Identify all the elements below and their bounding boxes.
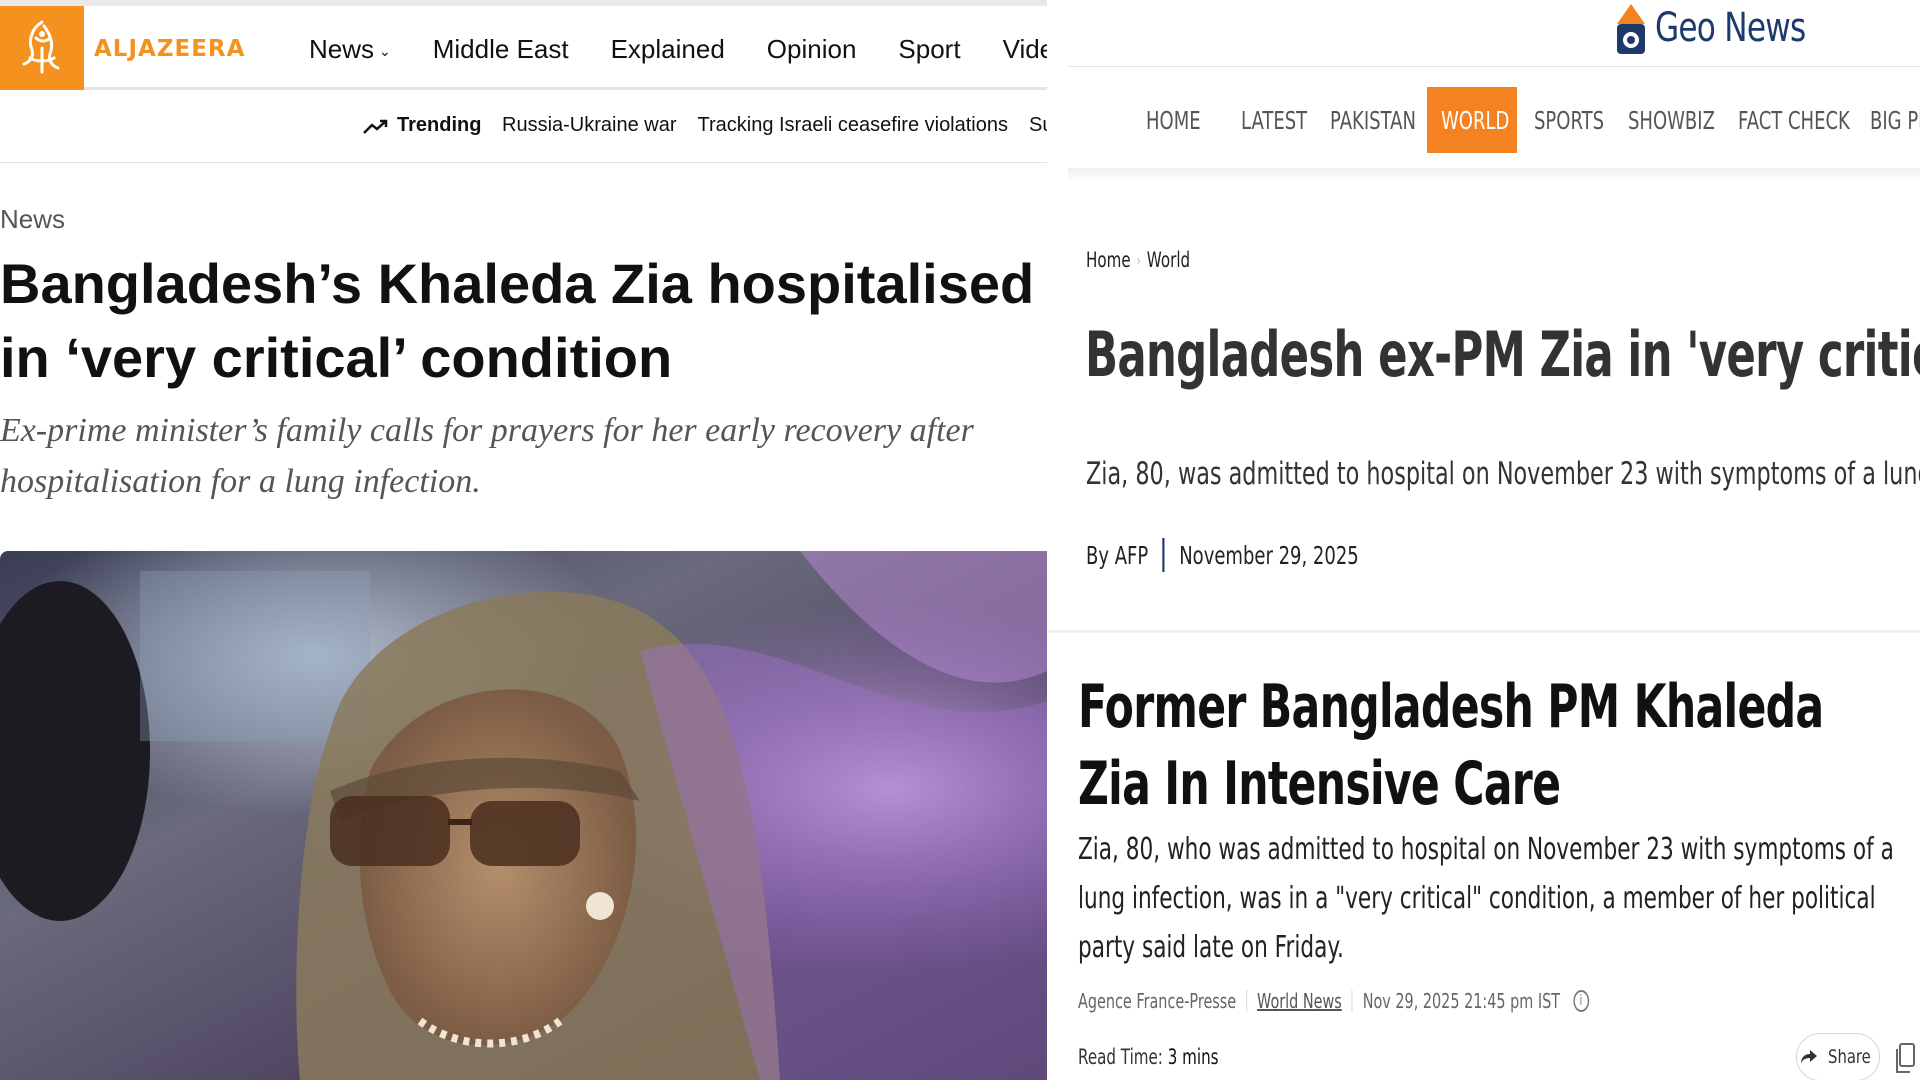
trending-text: Trending [397,114,482,136]
article-headline: Bangladesh ex-PM Zia in 'very critical' … [1085,318,1920,391]
trending-item[interactable]: Russia-Ukraine war [502,114,677,137]
geo-wordmark: Geo News [1655,5,1806,51]
nav-latest[interactable]: LATEST [1241,87,1307,153]
article-lede: Zia, 80, who was admitted to hospital on… [1078,832,1894,965]
read-time-value: 3 mins [1167,1045,1219,1069]
share-arrow-icon [1800,1050,1817,1064]
ndtv-article: Former Bangladesh PM Khaleda Zia In Inte… [1048,630,1920,1080]
article-meta: Agence France-Presse World News Nov 29, … [1078,989,1589,1013]
aljazeera-page: ALJAZEERA News ⌄ Middle East Explained Op… [0,0,1047,1080]
aljazeera-header: ALJAZEERA News ⌄ Middle East Explained Op… [0,6,1047,90]
breadcrumb-world[interactable]: World [1147,248,1190,272]
trending-up-icon [363,119,388,134]
article-hero-image [0,551,1047,1080]
article-byline: By AFP November 29, 2025 [1086,538,1359,572]
byline-author[interactable]: AFP [1115,541,1149,570]
nav-middle-east[interactable]: Middle East [433,34,569,65]
share-button[interactable]: Share [1796,1033,1880,1080]
nav-video[interactable]: Video [1003,34,1047,65]
article-source: Agence France-Presse [1078,989,1237,1013]
nav-news-label: News [309,34,375,64]
byline-prefix: By [1086,540,1110,570]
read-time-label: Read Time: [1078,1045,1163,1069]
breadcrumb: Home › World [1086,248,1190,272]
nav-explained[interactable]: Explained [611,34,725,65]
nav-opinion[interactable]: Opinion [767,34,857,65]
nav-pakistan[interactable]: PAKISTAN [1330,87,1416,153]
trending-list: Russia-Ukraine war Tracking Israeli ceas… [502,114,1047,137]
geo-main-nav: HOME LATEST PAKISTAN WORLD SPORTS SHOWBI… [1068,87,1920,153]
aljazeera-logo-icon[interactable] [0,6,84,90]
byline-divider [1162,538,1165,572]
category-link[interactable]: World News [1257,989,1342,1013]
aljazeera-wordmark[interactable]: ALJAZEERA [94,36,245,62]
nav-showbiz[interactable]: SHOWBIZ [1628,87,1715,153]
breadcrumb-home[interactable]: Home [1086,248,1131,272]
info-icon[interactable]: i [1573,990,1589,1012]
article-headline: Bangladesh’s Khaleda Zia hospitalised in… [0,252,1035,389]
nav-world[interactable]: WORLD [1441,87,1509,153]
chevron-right-icon: › [1136,250,1142,270]
share-label: Share [1827,1046,1871,1068]
trending-item[interactable]: Tracking Israeli ceasefire violations [698,114,1009,137]
nav-news[interactable]: News ⌄ [309,34,391,65]
article-headline: Former Bangladesh PM Khaleda Zia In Inte… [1078,672,1824,819]
geo-news-page: Geo News HOME LATEST PAKISTAN WORLD SPOR… [1068,0,1920,630]
nav-fact-check[interactable]: FACT CHECK [1738,87,1850,153]
article-category[interactable]: News [0,204,65,235]
nav-home[interactable]: HOME [1146,87,1201,153]
nav-sport[interactable]: Sport [898,34,960,65]
header-divider [1068,66,1920,67]
aljazeera-main-nav: News ⌄ Middle East Explained Opinion Spor… [309,34,1047,65]
nav-big-picture[interactable]: BIG PI [1870,87,1920,153]
meta-divider [1246,990,1247,1012]
trending-bar: Trending Russia-Ukraine war Tracking Isr… [0,93,1047,163]
chevron-down-icon: ⌄ [379,42,391,59]
copy-icon[interactable] [1893,1041,1917,1075]
article-date: November 29, 2025 [1179,540,1359,570]
trending-item[interactable]: Suda [1029,114,1047,137]
nav-sports[interactable]: SPORTS [1534,87,1604,153]
nav-shadow [1068,168,1920,182]
geo-news-logo[interactable]: Geo News [1613,0,1848,56]
meta-divider [1351,990,1353,1012]
trending-label: Trending [363,114,481,137]
article-subheadline: Ex-prime minister’s family calls for pra… [0,412,974,500]
article-timestamp: Nov 29, 2025 21:45 pm IST [1362,989,1561,1013]
article-summary: Zia, 80, was admitted to hospital on Nov… [1086,456,1920,492]
read-time: Read Time: 3 mins [1078,1045,1219,1069]
geo-logo-icon [1617,4,1645,54]
